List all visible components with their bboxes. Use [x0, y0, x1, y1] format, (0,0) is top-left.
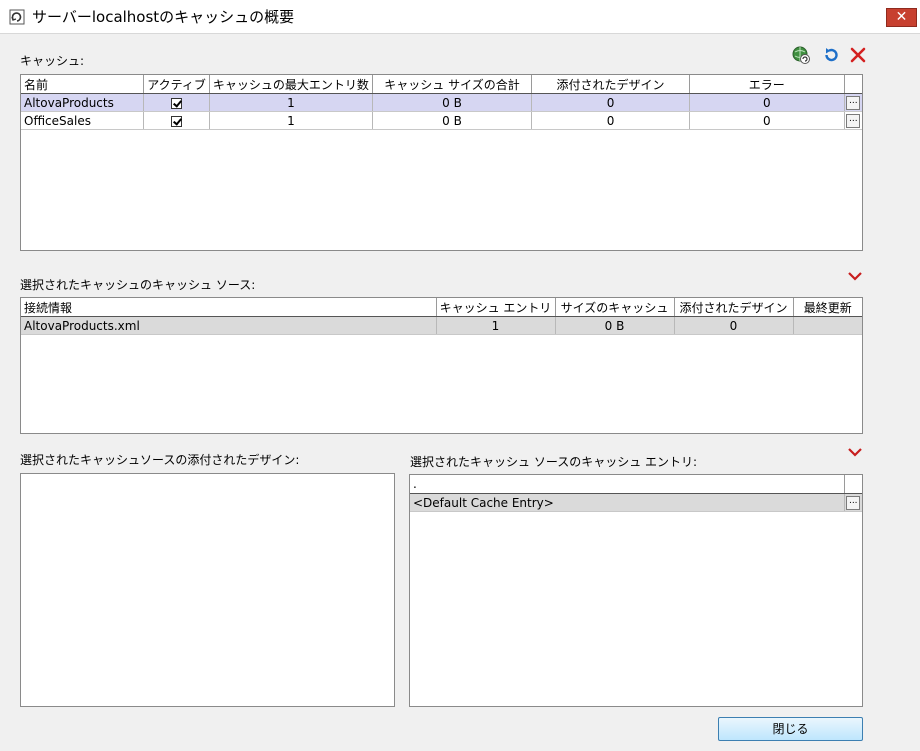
table-row[interactable]: <Default Cache Entry> ...: [410, 493, 862, 512]
active-cell: [143, 93, 210, 112]
col-header-active[interactable]: アクティブ: [143, 75, 210, 94]
table-row[interactable]: AltovaProducts.xml 1 0 B 0: [21, 316, 862, 335]
globe-refresh-icon[interactable]: [792, 46, 810, 64]
designs-list[interactable]: [20, 473, 395, 707]
sources-table: 接続情報 キャッシュ エントリ サイズのキャッシュ 添付されたデザイン 最終更新…: [21, 298, 862, 335]
designs-label: 選択されたキャッシュソースの添付されたデザイン:: [20, 453, 300, 467]
errors-cell: 0: [689, 111, 845, 130]
col-header-last-update[interactable]: 最終更新: [793, 298, 862, 317]
table-row[interactable]: OfficeSales 1 0 B 0 0 ...: [21, 111, 862, 130]
active-cell: [143, 111, 210, 130]
active-checkbox[interactable]: [171, 115, 183, 127]
entries-header-row: .: [410, 475, 862, 494]
refresh-icon[interactable]: [822, 46, 840, 64]
cache-name: OfficeSales: [21, 111, 145, 130]
cache-app-icon: [9, 9, 25, 25]
caches-table: 名前 アクティブ キャッシュの最大エントリ数 キャッシュ サイズの合計 添付され…: [21, 75, 862, 130]
total-size-cell: 0 B: [372, 93, 533, 112]
ellipsis-cell: ...: [844, 493, 862, 512]
designs-cell: 0: [531, 93, 690, 112]
row-ellipsis-button[interactable]: ...: [846, 495, 861, 510]
col-header-name[interactable]: 名前: [21, 75, 145, 94]
entries-cell: 1: [436, 316, 556, 335]
col-header-errors[interactable]: エラー: [689, 75, 845, 94]
row-ellipsis-button[interactable]: ...: [846, 95, 861, 110]
col-header-connection[interactable]: 接続情報: [21, 298, 437, 317]
col-header-entries[interactable]: キャッシュ エントリ: [436, 298, 556, 317]
table-row[interactable]: AltovaProducts 1 0 B 0 0 ...: [21, 93, 862, 112]
window-close-button[interactable]: ✕: [886, 8, 917, 27]
caches-header-row: 名前 アクティブ キャッシュの最大エントリ数 キャッシュ サイズの合計 添付され…: [21, 75, 862, 94]
delete-icon[interactable]: [849, 46, 867, 64]
col-header-designs[interactable]: 添付されたデザイン: [531, 75, 690, 94]
close-icon: ✕: [895, 9, 908, 25]
entries-grid: . <Default Cache Entry> ...: [409, 474, 863, 707]
row-ellipsis-button[interactable]: ...: [846, 113, 861, 128]
caches-grid: 名前 アクティブ キャッシュの最大エントリ数 キャッシュ サイズの合計 添付され…: [20, 74, 863, 251]
entries-table: . <Default Cache Entry> ...: [410, 475, 862, 512]
total-size-cell: 0 B: [372, 111, 533, 130]
close-button[interactable]: 閉じる: [718, 717, 863, 741]
sources-header-row: 接続情報 キャッシュ エントリ サイズのキャッシュ 添付されたデザイン 最終更新: [21, 298, 862, 317]
last-update-cell: [793, 316, 862, 335]
caches-label: キャッシュ:: [20, 54, 85, 68]
cache-name: AltovaProducts: [21, 93, 145, 112]
col-header-max-entries[interactable]: キャッシュの最大エントリ数: [209, 75, 373, 94]
designs-cell: 0: [674, 316, 794, 335]
chevron-down-icon[interactable]: [846, 446, 864, 458]
designs-cell: 0: [531, 111, 690, 130]
window-title: サーバーlocalhostのキャッシュの概要: [32, 8, 295, 26]
errors-cell: 0: [689, 93, 845, 112]
ellipsis-cell: ...: [844, 93, 862, 112]
col-header-entry[interactable]: .: [410, 475, 845, 494]
active-checkbox[interactable]: [171, 97, 183, 109]
col-header-blank: [844, 75, 862, 94]
chevron-down-icon[interactable]: [846, 270, 864, 282]
max-entries-cell: 1: [209, 93, 373, 112]
col-header-cache-size[interactable]: サイズのキャッシュ: [555, 298, 675, 317]
entry-name-cell: <Default Cache Entry>: [410, 493, 845, 512]
sources-label: 選択されたキャッシュのキャッシュ ソース:: [20, 278, 256, 292]
col-header-blank: [844, 475, 862, 494]
size-cell: 0 B: [555, 316, 675, 335]
col-header-designs[interactable]: 添付されたデザイン: [674, 298, 794, 317]
max-entries-cell: 1: [209, 111, 373, 130]
entries-label: 選択されたキャッシュ ソースのキャッシュ エントリ:: [410, 455, 698, 469]
connection-cell: AltovaProducts.xml: [21, 316, 437, 335]
title-bar: サーバーlocalhostのキャッシュの概要 ✕: [0, 0, 920, 34]
col-header-total-size[interactable]: キャッシュ サイズの合計: [372, 75, 533, 94]
ellipsis-cell: ...: [844, 111, 862, 130]
sources-grid: 接続情報 キャッシュ エントリ サイズのキャッシュ 添付されたデザイン 最終更新…: [20, 297, 863, 434]
